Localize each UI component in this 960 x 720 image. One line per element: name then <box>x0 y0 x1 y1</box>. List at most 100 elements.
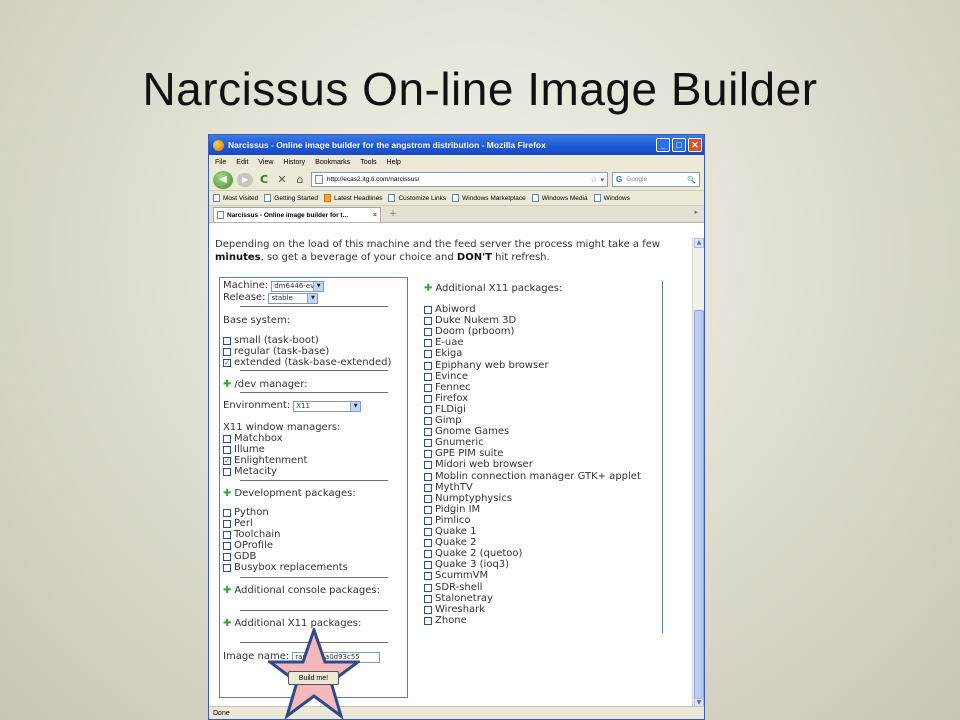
checkbox[interactable] <box>424 505 432 514</box>
checkbox[interactable] <box>223 509 231 517</box>
checkbox[interactable] <box>223 531 231 539</box>
window-titlebar: Narcissus - Online image builder for the… <box>209 135 704 155</box>
stop-icon[interactable]: ✕ <box>275 173 289 186</box>
checkbox[interactable] <box>424 372 432 381</box>
bookmark-getting-started[interactable]: Getting Started <box>264 194 318 202</box>
checkbox[interactable] <box>424 439 432 448</box>
maximize-button[interactable]: □ <box>672 138 686 152</box>
minimize-button[interactable]: _ <box>656 138 670 152</box>
url-bar[interactable]: http://ecas2.itg.ti.com/narcissus/ ☆ ▾ <box>311 172 608 187</box>
close-button[interactable]: ✕ <box>688 138 702 152</box>
checkbox[interactable] <box>424 572 432 581</box>
checkbox[interactable] <box>223 564 231 572</box>
checkbox[interactable] <box>424 306 432 314</box>
bookmark-latest-headlines[interactable]: Latest Headlines <box>324 194 382 202</box>
bookmark-windows[interactable]: Windows <box>593 194 630 202</box>
machine-select[interactable]: dm6446-evm ▼ <box>271 280 325 292</box>
url-dropdown-icon[interactable]: ▾ <box>600 176 604 184</box>
checkbox[interactable] <box>424 417 432 425</box>
menu-view[interactable]: View <box>258 159 273 166</box>
machine-label: Machine: <box>223 280 269 291</box>
checkbox[interactable] <box>424 394 432 403</box>
search-box[interactable]: G Google 🔍 <box>612 172 700 187</box>
scrollbar-thumb[interactable] <box>694 310 704 700</box>
bookmark-most-visited[interactable]: Most Visited <box>213 194 258 202</box>
checkbox[interactable] <box>223 435 231 443</box>
checkbox[interactable] <box>424 561 432 570</box>
checkbox[interactable] <box>424 383 432 392</box>
checkbox[interactable] <box>223 337 231 345</box>
checkbox[interactable] <box>424 361 432 370</box>
checkbox[interactable] <box>424 539 432 548</box>
menu-tools[interactable]: Tools <box>360 159 376 166</box>
bookmark-label: Getting Started <box>274 194 319 202</box>
scroll-up-arrow-icon[interactable]: ▲ <box>694 238 704 248</box>
checkbox[interactable] <box>424 494 432 503</box>
checkbox[interactable] <box>424 594 432 603</box>
forward-button[interactable]: ▶ <box>237 172 253 187</box>
checkbox[interactable] <box>424 450 432 459</box>
checkbox-checked[interactable]: ✓ <box>223 457 231 465</box>
plus-icon[interactable]: ✚ <box>424 283 432 295</box>
checkbox[interactable] <box>424 328 432 337</box>
bookmark-windows-marketplace[interactable]: Windows Marketplace <box>452 194 526 202</box>
checkbox[interactable] <box>424 428 432 437</box>
checkbox[interactable] <box>223 468 231 476</box>
plus-icon[interactable]: ✚ <box>223 585 231 597</box>
plus-icon[interactable]: ✚ <box>223 379 231 391</box>
checkbox[interactable] <box>424 528 432 536</box>
checkbox[interactable] <box>424 483 432 492</box>
reload-icon[interactable]: C <box>257 173 271 186</box>
menu-edit[interactable]: Edit <box>236 159 248 166</box>
tab-list-arrow-icon[interactable]: ▸ <box>694 208 698 216</box>
console-packages-row[interactable]: ✚ Additional console packages: <box>223 585 380 597</box>
menu-file[interactable]: File <box>215 159 226 166</box>
bookmark-icon <box>388 194 396 202</box>
checkbox[interactable] <box>223 520 231 528</box>
checkbox[interactable] <box>223 553 231 561</box>
checkbox[interactable] <box>424 605 432 614</box>
home-icon[interactable]: ⌂ <box>293 173 307 186</box>
vertical-scrollbar[interactable]: ▲ ▼ <box>692 238 704 708</box>
checkbox[interactable] <box>424 339 432 348</box>
checkbox[interactable] <box>424 583 432 592</box>
x11-package-item[interactable]: Zhone <box>424 615 467 627</box>
release-select[interactable]: stable ▼ <box>268 292 319 304</box>
checkbox[interactable] <box>424 516 432 525</box>
new-tab-button[interactable]: + <box>385 209 401 222</box>
base-option-extended[interactable]: ✓ extended (task-base-extended) <box>223 357 391 369</box>
checkbox[interactable] <box>424 461 432 470</box>
google-icon[interactable]: G <box>616 175 622 184</box>
checkbox[interactable] <box>223 542 231 550</box>
plus-icon[interactable]: ✚ <box>223 488 231 500</box>
x11-packages-row-right[interactable]: ✚ Additional X11 packages: <box>424 283 562 295</box>
checkbox[interactable] <box>424 550 432 559</box>
checkbox[interactable] <box>223 348 231 356</box>
environment-select[interactable]: X11 ▼ <box>293 400 362 412</box>
search-input[interactable]: Google <box>626 176 687 183</box>
checkbox[interactable] <box>424 405 432 414</box>
checkbox-checked[interactable]: ✓ <box>223 359 231 367</box>
checkbox[interactable] <box>223 446 231 454</box>
menu-help[interactable]: Help <box>387 159 401 166</box>
build-button[interactable]: Build me! <box>288 671 339 685</box>
tab-narcissus[interactable]: Narcissus - Online image builder for t..… <box>213 207 381 222</box>
plus-icon[interactable]: ✚ <box>223 618 231 630</box>
dev-busybox[interactable]: Busybox replacements <box>223 562 348 574</box>
menu-bookmarks[interactable]: Bookmarks <box>315 159 350 166</box>
bookmark-star-icon[interactable]: ☆ <box>590 175 597 184</box>
search-icon[interactable]: 🔍 <box>687 176 696 184</box>
back-button[interactable]: ◀ <box>213 170 233 189</box>
wm-metacity[interactable]: Metacity <box>223 466 277 478</box>
bookmark-windows-media[interactable]: Windows Media <box>531 194 588 202</box>
tab-close-icon[interactable]: × <box>373 212 377 219</box>
bookmark-customize-links[interactable]: Customize Links <box>388 194 446 202</box>
checkbox[interactable] <box>424 616 432 625</box>
checkbox[interactable] <box>424 472 432 481</box>
dev-packages-row[interactable]: ✚ Development packages: <box>223 488 356 500</box>
page-icon <box>315 175 323 184</box>
dev-manager-row[interactable]: ✚/dev manager: <box>223 379 308 391</box>
checkbox[interactable] <box>424 317 432 326</box>
checkbox[interactable] <box>424 350 432 359</box>
menu-history[interactable]: History <box>283 159 305 166</box>
